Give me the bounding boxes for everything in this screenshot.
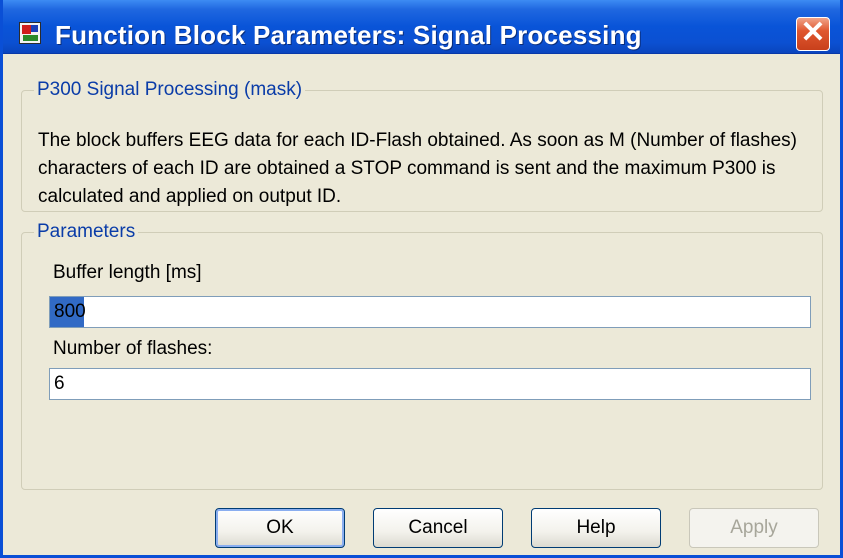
simulink-block-icon — [19, 22, 41, 44]
buffer-length-label: Buffer length [ms] — [53, 262, 202, 283]
close-button[interactable]: ✕ — [796, 17, 830, 51]
apply-button: Apply — [689, 508, 819, 548]
buffer-length-input[interactable] — [49, 296, 811, 328]
cancel-button[interactable]: Cancel — [373, 508, 503, 548]
title-bar[interactable]: Function Block Parameters: Signal Proces… — [3, 0, 840, 54]
number-of-flashes-input[interactable] — [49, 368, 811, 400]
mask-description-group: P300 Signal Processing (mask) The block … — [21, 79, 823, 212]
number-of-flashes-label: Number of flashes: — [53, 338, 213, 359]
close-icon: ✕ — [800, 16, 826, 49]
window-title: Function Block Parameters: Signal Proces… — [55, 20, 642, 50]
dialog-window: Function Block Parameters: Signal Proces… — [0, 0, 843, 558]
mask-description: The block buffers EEG data for each ID-F… — [38, 130, 797, 207]
parameters-legend: Parameters — [34, 221, 139, 243]
help-button[interactable]: Help — [531, 508, 661, 548]
mask-legend: P300 Signal Processing (mask) — [34, 79, 306, 101]
ok-button[interactable]: OK — [215, 508, 345, 548]
